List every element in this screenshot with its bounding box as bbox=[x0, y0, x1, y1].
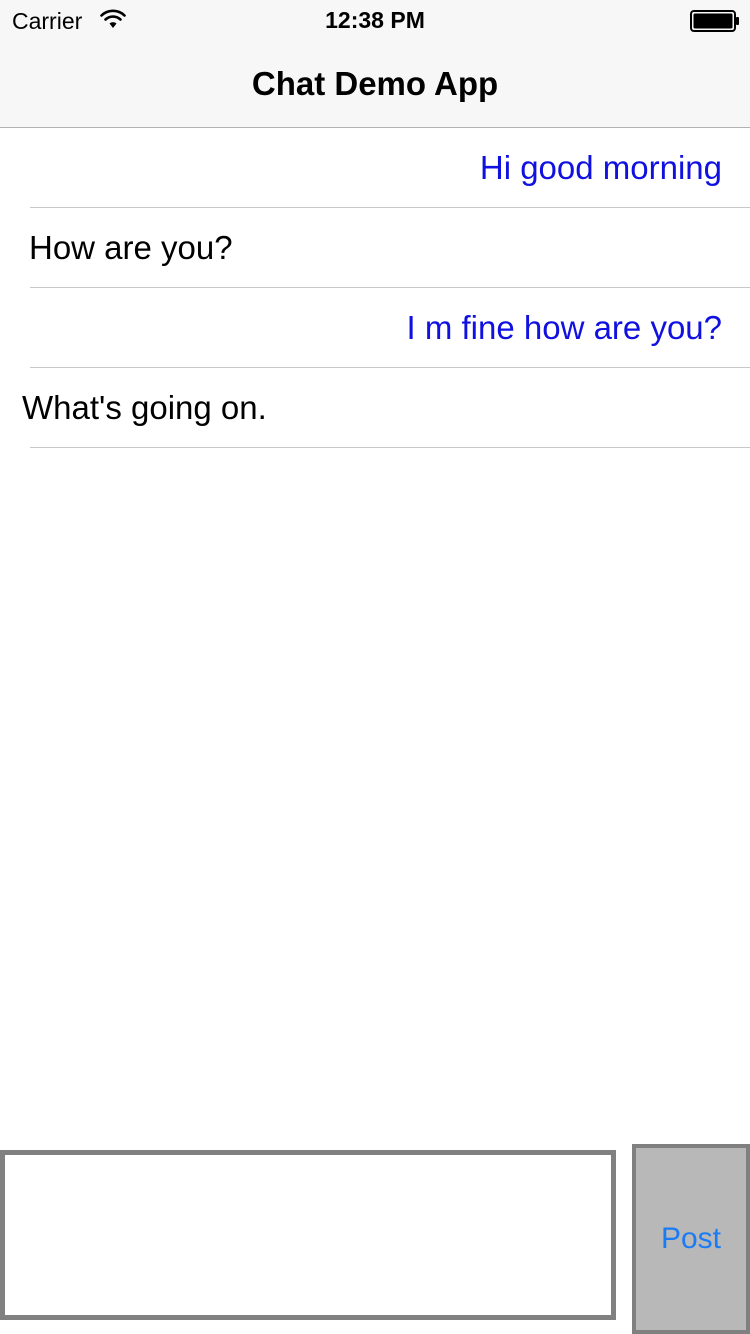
message-list[interactable]: Hi good morning How are you? I m fine ho… bbox=[0, 128, 750, 448]
page-title: Chat Demo App bbox=[251, 65, 499, 102]
message-input[interactable] bbox=[0, 1150, 616, 1320]
message-received-text: How are you? bbox=[29, 229, 233, 266]
message-sent-text: Hi good morning bbox=[479, 149, 722, 186]
message-row[interactable]: How are you? bbox=[0, 208, 750, 288]
post-button[interactable]: Post bbox=[632, 1144, 750, 1334]
message-sent-text: I m fine how are you? bbox=[406, 309, 723, 346]
message-received-text: What's going on. bbox=[22, 389, 267, 426]
message-row[interactable]: What's going on. bbox=[0, 368, 750, 448]
battery-full-icon bbox=[690, 10, 739, 32]
message-row[interactable]: I m fine how are you? bbox=[0, 288, 750, 368]
message-row[interactable]: Hi good morning bbox=[0, 128, 750, 208]
navigation-bar: Chat Demo App bbox=[0, 40, 750, 128]
status-bar: Carrier 12:38 PM bbox=[0, 0, 750, 40]
row-separator bbox=[30, 447, 750, 448]
status-time: 12:38 PM bbox=[325, 7, 425, 33]
